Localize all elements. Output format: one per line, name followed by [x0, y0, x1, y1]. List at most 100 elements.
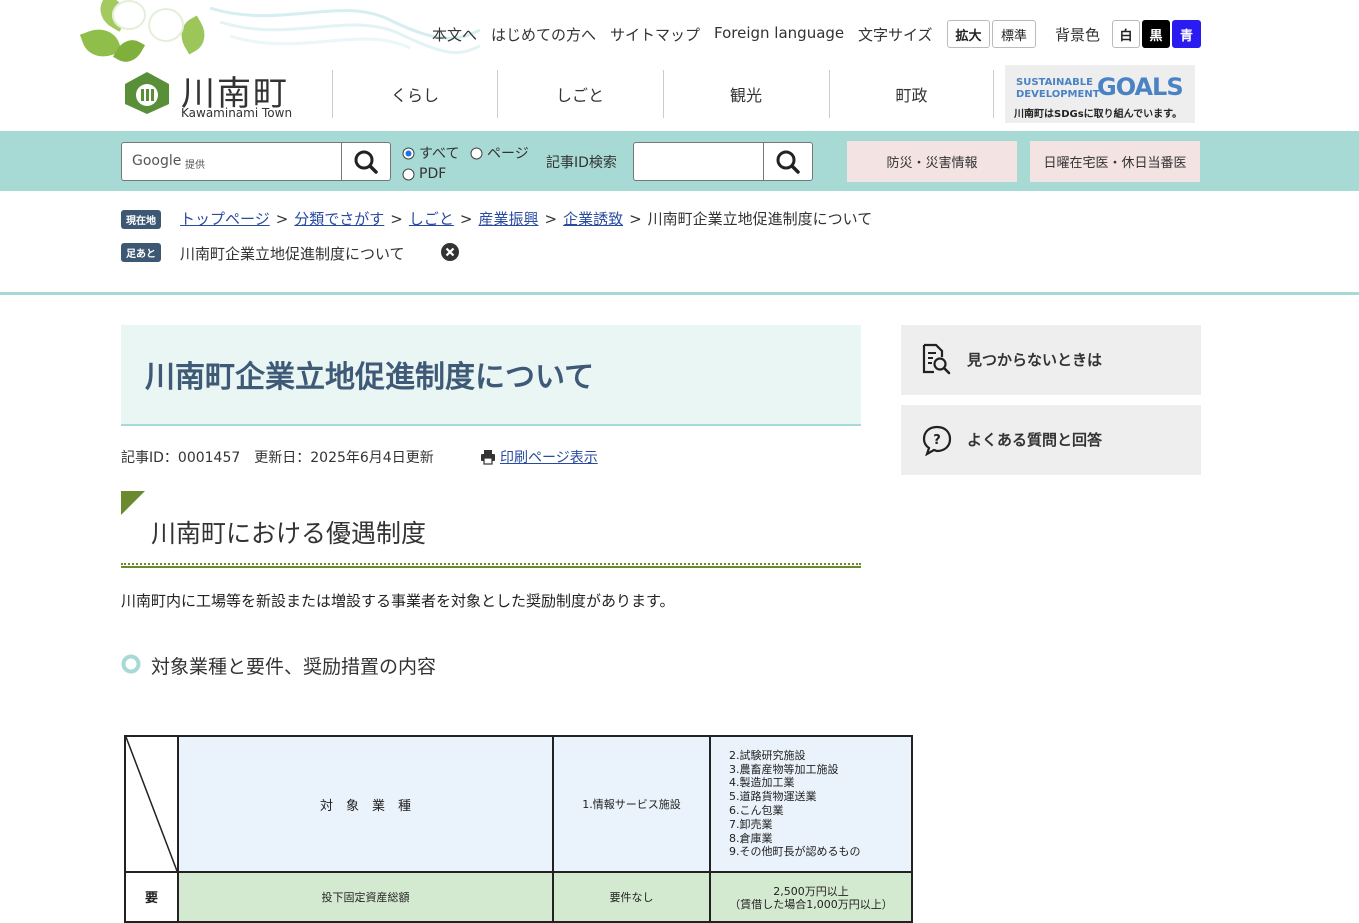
breadcrumb-separator: >: [275, 210, 289, 228]
print-page-link[interactable]: 印刷ページ表示: [500, 447, 598, 467]
radio-pdf[interactable]: PDF: [402, 166, 446, 182]
table-row-col1: 要件なし: [552, 871, 711, 923]
section-heading: 川南町における優遇制度: [151, 519, 427, 548]
foreign-language-link[interactable]: Foreign language: [714, 24, 844, 42]
article-id-label: 記事ID検索: [546, 155, 617, 171]
not-found-button[interactable]: 見つからないときは: [901, 325, 1201, 395]
table-header-cell: 対 象 業 種: [177, 735, 554, 873]
page-title-box: 川南町企業立地促進制度について: [121, 325, 861, 426]
breadcrumb-separator: >: [459, 210, 473, 228]
breadcrumb-link-invitation[interactable]: 企業誘致: [563, 210, 623, 228]
circle-bullet-icon: [121, 654, 141, 674]
breadcrumb-separator: >: [629, 210, 642, 228]
sdgs-caption: 川南町はSDGsに取り組んでいます。: [1014, 109, 1183, 120]
flower-decoration: [148, 8, 184, 42]
google-sub-label: 提供: [185, 160, 205, 171]
article-meta: 記事ID：0001457 更新日：2025年6月4日更新: [121, 450, 434, 466]
svg-text:?: ?: [933, 433, 941, 448]
incentive-table: 対 象 業 種 1.情報サービス施設 2.試験研究施設 3.農畜産物等加工施設 …: [124, 735, 913, 923]
flower-decoration: [112, 0, 146, 30]
nav-kanko[interactable]: 観光: [663, 70, 828, 118]
holiday-doctor-button[interactable]: 日曜在宅医・休日当番医: [1030, 141, 1200, 182]
faq-button[interactable]: ? よくある質問と回答: [901, 405, 1201, 475]
radio-all-label: すべて: [419, 146, 460, 162]
bg-blue-button[interactable]: 青: [1172, 20, 1201, 48]
close-icon[interactable]: [441, 243, 459, 261]
industry-item: 4.製造加工業: [729, 776, 795, 790]
breadcrumb-divider: [0, 292, 1359, 295]
google-search-box: Google 提供: [121, 142, 391, 181]
heading-corner-icon: [121, 491, 145, 515]
breadcrumb-link-industry[interactable]: 産業振興: [478, 210, 538, 228]
breadcrumb-separator: >: [390, 210, 403, 228]
current-location-tag: 現在地: [121, 210, 161, 229]
font-size-label: 文字サイズ: [858, 26, 933, 44]
article-id-search-box: [633, 142, 813, 181]
bg-color-label: 背景色: [1055, 26, 1101, 44]
history-tag: 足あと: [121, 243, 161, 262]
font-standard-button[interactable]: 標準: [992, 20, 1036, 48]
sitemap-link[interactable]: サイトマップ: [610, 24, 700, 45]
google-search-button[interactable]: [341, 143, 391, 180]
industry-item: 2.試験研究施設: [729, 748, 806, 762]
site-logo-subtitle: Kawaminami Town: [181, 106, 293, 120]
requirement-line: 2,500万円以上: [773, 885, 849, 898]
breadcrumb-current: 川南町企業立地促進制度について: [647, 210, 873, 228]
first-visit-link[interactable]: はじめての方へ: [491, 24, 596, 45]
radio-unchecked-icon: [470, 147, 483, 159]
nav-shigoto[interactable]: しごと: [497, 70, 662, 118]
requirement-line: （賃借した場合1,000万円以上）: [729, 898, 893, 911]
table-row-col2: 2,500万円以上 （賃借した場合1,000万円以上）: [709, 871, 913, 923]
nav-chosei[interactable]: 町政: [829, 70, 994, 118]
industry-item: 7.卸売業: [729, 817, 773, 831]
intro-text: 川南町内に工場等を新設または増設する事業者を対象とした奨励制度があります。: [121, 592, 675, 610]
breadcrumb-link-shigoto[interactable]: しごと: [409, 210, 454, 228]
breadcrumb: トップページ > 分類でさがす > しごと > 産業振興 > 企業誘致 > 川南町企業立地促進制度に…: [180, 208, 872, 229]
industry-item: 9.その他町長が認めるもの: [729, 845, 861, 859]
skip-to-content-link[interactable]: 本文へ: [432, 24, 477, 45]
bg-black-button[interactable]: 黒: [1142, 20, 1170, 48]
history-item[interactable]: 川南町企業立地促進制度について: [180, 243, 405, 264]
industry-item: 6.こん包業: [729, 804, 784, 817]
sdgs-line1: SUSTAINABLE: [1016, 77, 1093, 88]
radio-page[interactable]: ページ: [470, 143, 529, 163]
article-id-input[interactable]: [638, 147, 762, 177]
heading-underline: [121, 563, 861, 568]
bg-white-button[interactable]: 白: [1112, 20, 1140, 48]
table-row-label: 投下固定資産総額: [177, 871, 554, 923]
diagonal-line: [126, 737, 177, 871]
radio-page-label: ページ: [487, 146, 529, 162]
disaster-info-button[interactable]: 防災・災害情報: [847, 141, 1017, 182]
breadcrumb-link-top[interactable]: トップページ: [180, 210, 270, 228]
radio-checked-icon: [402, 147, 415, 159]
document-search-icon: [922, 343, 951, 375]
search-icon: [354, 150, 378, 174]
sdgs-line2: DEVELOPMENT: [1016, 89, 1100, 100]
nav-kurashi[interactable]: くらし: [332, 70, 497, 118]
industry-item: 8.倉庫業: [729, 831, 773, 845]
breadcrumb-link-category[interactable]: 分類でさがす: [294, 210, 384, 228]
font-enlarge-button[interactable]: 拡大: [947, 20, 990, 48]
radio-pdf-label: PDF: [419, 166, 447, 182]
article-id-search-button[interactable]: [763, 143, 813, 180]
industry-item: 3.農畜産物等加工施設: [729, 762, 839, 776]
sdgs-banner[interactable]: SUSTAINABLE DEVELOPMENT GOALS 川南町はSDGsに取…: [1005, 65, 1195, 123]
not-found-label: 見つからないときは: [967, 351, 1103, 369]
radio-all[interactable]: すべて: [402, 143, 459, 163]
subsection-heading: 対象業種と要件、奨励措置の内容: [151, 656, 437, 678]
table-row-head: 要: [124, 871, 179, 923]
google-label: Google: [132, 153, 182, 169]
sdgs-goals: GOALS: [1097, 73, 1184, 101]
site-header: 本文へ はじめての方へ サイトマップ Foreign language 文字サイ…: [0, 0, 1359, 131]
faq-label: よくある質問と回答: [967, 431, 1103, 449]
table-col1-cell: 1.情報サービス施設: [552, 735, 711, 873]
google-search-input[interactable]: [212, 147, 336, 177]
industry-item: 5.道路貨物運送業: [729, 790, 817, 804]
search-icon: [776, 150, 800, 174]
printer-icon: [481, 450, 495, 465]
town-emblem-icon[interactable]: [121, 70, 173, 116]
question-bubble-icon: ?: [922, 425, 952, 456]
table-col2-cell: 2.試験研究施設 3.農畜産物等加工施設 4.製造加工業 5.道路貨物運送業 6…: [709, 735, 913, 873]
page-title: 川南町企業立地促進制度について: [145, 360, 595, 395]
radio-unchecked-icon: [402, 168, 415, 180]
